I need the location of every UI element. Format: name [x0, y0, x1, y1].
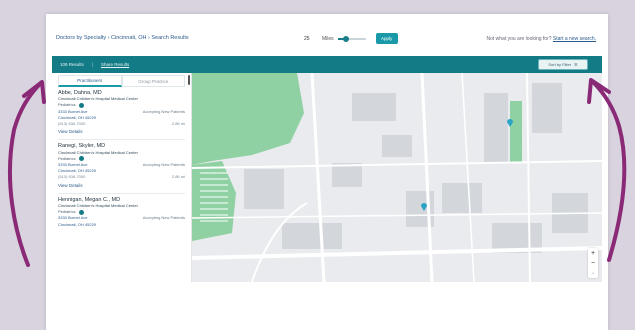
park-area: [510, 101, 522, 163]
results-panel: Practitioners Group Practice Abbe, Dahna…: [52, 73, 192, 282]
app-screen: Doctors by Specialty › Cincinnati, OH › …: [52, 20, 602, 282]
phone-number[interactable]: (513) 636-7000: [58, 174, 85, 180]
result-card: Abbe, Dahna, MD Cincinnati Children's Ho…: [52, 87, 191, 139]
info-icon[interactable]: [78, 103, 84, 108]
annotation-arrow-left: [8, 80, 46, 267]
tab-group-practice[interactable]: Group Practice: [121, 75, 185, 87]
results-bar: 109 Results | Share Results Sort by Filt…: [52, 56, 602, 73]
phone-number[interactable]: (513) 636-7000: [58, 121, 85, 127]
results-bar-separator: |: [91, 62, 93, 67]
map-pin-icon[interactable]: [420, 201, 428, 211]
result-card: Ranegi, Skyler, MD Cincinnati Children's…: [52, 140, 191, 192]
distance-label: 2.86 mi: [171, 121, 185, 127]
results-count: 109 Results: [60, 62, 84, 67]
results-tabs: Practitioners Group Practice: [58, 75, 185, 87]
map-canvas: [192, 73, 602, 282]
info-icon[interactable]: [78, 156, 84, 162]
radius-slider-thumb[interactable]: [343, 35, 350, 42]
sort-filter-dropdown[interactable]: Sort by Filter ☰: [538, 59, 588, 70]
search-header: Doctors by Specialty › Cincinnati, OH › …: [52, 20, 602, 56]
info-icon[interactable]: [78, 209, 84, 215]
results-map[interactable]: + − ·: [192, 73, 602, 282]
new-search-link[interactable]: Start a new search.: [553, 36, 596, 42]
accepting-patients-label: Accepting New Patients: [142, 108, 185, 114]
radius-slider[interactable]: [337, 35, 366, 42]
address-line-1[interactable]: 3333 Burnet Ave: [58, 215, 88, 221]
radius-filter: Miles Apply: [304, 33, 398, 44]
share-results-link[interactable]: Share Results: [101, 62, 129, 67]
radius-input[interactable]: [304, 34, 318, 43]
apply-button[interactable]: Apply: [375, 33, 398, 44]
prompt-text: Not what you are looking for?: [486, 36, 552, 42]
map-pin-icon[interactable]: [506, 117, 514, 127]
phone-row: (513) 636-7000 2.86 mi: [58, 174, 185, 180]
breadcrumb[interactable]: Doctors by Specialty › Cincinnati, OH › …: [56, 35, 189, 41]
annotation-arrow-right: [587, 78, 627, 262]
filter-icon: ☰: [574, 62, 578, 67]
radius-unit-label: Miles: [322, 35, 334, 42]
results-scrollbar[interactable]: [188, 75, 190, 85]
result-card: Hennigan, Megan C., MD Cincinnati Childr…: [52, 194, 191, 232]
sort-filter-label: Sort by Filter: [548, 62, 572, 67]
view-details-link[interactable]: View Details: [58, 183, 185, 189]
address-line-2[interactable]: Cincinnati, OH 45229: [58, 222, 185, 228]
view-details-link[interactable]: View Details: [58, 129, 185, 135]
accepting-patients-label: Accepting New Patients: [142, 215, 185, 221]
new-search-prompt: Not what you are looking for? Start a ne…: [486, 36, 596, 42]
phone-row: (513) 636-7000 2.86 mi: [58, 121, 185, 127]
address-line-1[interactable]: 3333 Burnet Ave: [58, 109, 88, 115]
accepting-patients-label: Accepting New Patients: [142, 162, 185, 168]
tab-practitioners[interactable]: Practitioners: [58, 75, 122, 87]
distance-label: 2.86 mi: [171, 174, 185, 180]
